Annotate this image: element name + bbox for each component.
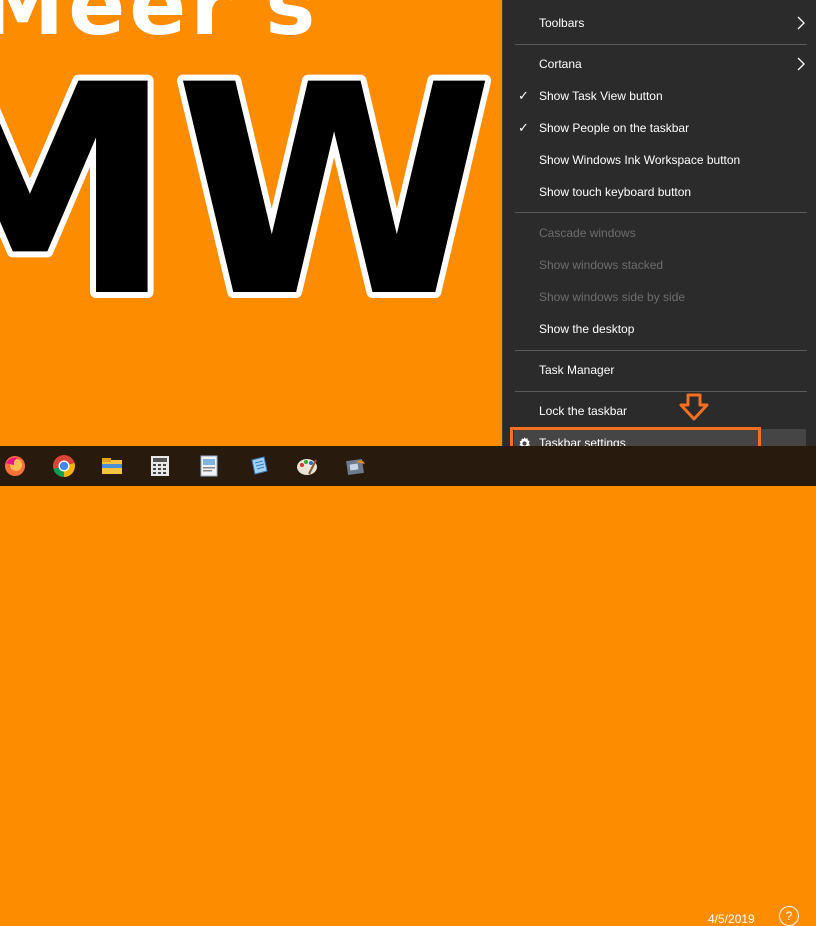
menu-separator xyxy=(515,44,807,45)
menu-item-label: Show touch keyboard button xyxy=(539,185,692,199)
menu-separator xyxy=(515,212,807,213)
menu-item-label: Show Windows Ink Workspace button xyxy=(539,153,741,167)
menu-item-show-windows-stacked: Show windows stacked xyxy=(514,251,806,279)
notepad-icon[interactable] xyxy=(236,446,282,486)
checkmark-icon: ✓ xyxy=(518,120,529,135)
menu-item-show-windows-side-by-side: Show windows side by side xyxy=(514,283,806,311)
menu-item-label: Cascade windows xyxy=(539,226,636,240)
taskbar-context-menu: Toolbars Cortana ✓ Show Task View button ✓ Sh… xyxy=(502,0,816,467)
taskbar[interactable]: 4/5/2019 ? xyxy=(0,446,816,926)
calculator-icon[interactable] xyxy=(137,446,183,486)
annotation-down-arrow-icon xyxy=(679,393,709,425)
menu-item-show-touch-keyboard[interactable]: Show touch keyboard button xyxy=(514,178,806,206)
menu-item-cascade-windows: Cascade windows xyxy=(514,219,806,247)
paint-icon[interactable] xyxy=(284,446,330,486)
menu-item-cortana[interactable]: Cortana xyxy=(514,50,806,78)
firefox-icon[interactable] xyxy=(0,446,38,486)
menu-item-toolbars[interactable]: Toolbars xyxy=(514,9,806,37)
menu-separator xyxy=(515,350,807,351)
movie-maker-icon[interactable] xyxy=(333,446,379,486)
menu-item-label: Show windows stacked xyxy=(539,258,664,272)
chevron-right-icon xyxy=(797,16,805,30)
file-explorer-icon[interactable] xyxy=(89,446,135,486)
checkmark-icon: ✓ xyxy=(518,88,529,103)
notification-center-icon[interactable]: ? xyxy=(779,906,799,926)
menu-item-lock-taskbar[interactable]: Lock the taskbar xyxy=(514,397,806,425)
menu-item-show-desktop[interactable]: Show the desktop xyxy=(514,315,806,343)
menu-item-label: Cortana xyxy=(539,57,582,71)
menu-item-show-people[interactable]: ✓ Show People on the taskbar xyxy=(514,114,806,142)
menu-item-show-ink-workspace[interactable]: Show Windows Ink Workspace button xyxy=(514,146,806,174)
menu-item-label: Show windows side by side xyxy=(539,290,686,304)
menu-item-label: Lock the taskbar xyxy=(539,404,628,418)
chrome-icon[interactable] xyxy=(41,446,87,486)
menu-item-label: Show the desktop xyxy=(539,322,635,336)
menu-item-label: Toolbars xyxy=(539,16,585,30)
document-viewer-icon[interactable] xyxy=(186,446,232,486)
menu-item-label: Show Task View button xyxy=(539,89,663,103)
chevron-right-icon xyxy=(797,57,805,71)
menu-item-label: Show People on the taskbar xyxy=(539,121,690,135)
menu-item-show-task-view[interactable]: ✓ Show Task View button xyxy=(514,82,806,110)
wallpaper-logo-text: MW xyxy=(0,24,494,361)
menu-separator xyxy=(515,391,807,392)
menu-item-label: Task Manager xyxy=(539,363,615,377)
clock-date[interactable]: 4/5/2019 xyxy=(708,912,755,926)
menu-item-task-manager[interactable]: Task Manager xyxy=(514,356,806,384)
